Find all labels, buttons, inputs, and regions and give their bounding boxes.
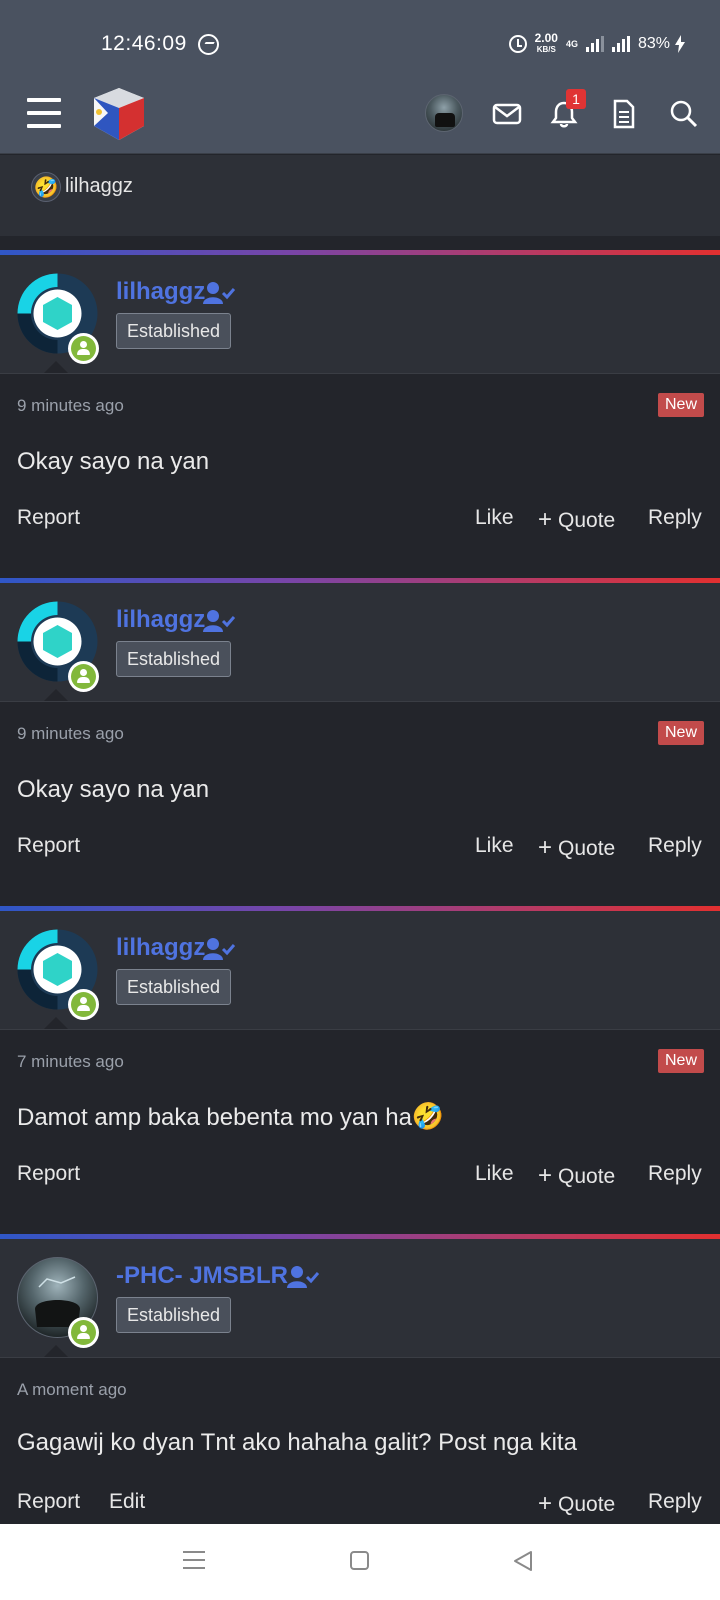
post-body: 7 minutes ago New Damot amp baka bebenta… bbox=[0, 1029, 720, 1219]
home-icon[interactable] bbox=[350, 1551, 369, 1570]
battery-charging-icon bbox=[675, 35, 685, 53]
quote-button[interactable]: + Quote bbox=[538, 834, 615, 862]
post-timestamp[interactable]: 7 minutes ago bbox=[17, 1052, 124, 1072]
search-icon[interactable] bbox=[668, 98, 700, 130]
status-bar: 12:46:09 2.00 KB/S 4G 83% bbox=[0, 0, 720, 80]
like-button[interactable]: Like bbox=[475, 834, 514, 858]
post-message: Okay sayo na yan bbox=[17, 448, 210, 475]
app-header bbox=[0, 80, 720, 154]
post: lilhaggz Established 9 minutes ago New O… bbox=[0, 250, 720, 563]
post-timestamp[interactable]: 9 minutes ago bbox=[17, 396, 124, 416]
post-actions: Report Like + Quote Reply bbox=[0, 834, 720, 864]
reply-button[interactable]: Reply bbox=[648, 506, 702, 530]
menu-icon[interactable] bbox=[27, 98, 61, 130]
network-type: 4G bbox=[565, 39, 578, 49]
reply-button[interactable]: Reply bbox=[648, 1490, 702, 1514]
alarm-icon bbox=[508, 35, 527, 53]
status-time: 12:46:09 bbox=[101, 32, 187, 55]
user-rank-badge: Established bbox=[116, 1297, 232, 1333]
username[interactable]: lilhaggz bbox=[116, 606, 205, 634]
reaction-summary: 🤣 lilhaggz bbox=[0, 155, 720, 236]
report-button[interactable]: Report bbox=[17, 1490, 80, 1514]
report-button[interactable]: Report bbox=[17, 834, 80, 858]
user-rank-badge: Established bbox=[116, 641, 232, 677]
online-status-icon bbox=[68, 1317, 99, 1348]
online-status-icon bbox=[68, 661, 99, 692]
reaction-emoji: 🤣 bbox=[31, 172, 61, 202]
network-speed: 2.00 KB/S bbox=[534, 31, 558, 54]
verified-user-icon bbox=[203, 610, 235, 632]
reply-button[interactable]: Reply bbox=[648, 834, 702, 858]
post: lilhaggz Established 9 minutes ago New O… bbox=[0, 578, 720, 891]
signal-icon-2 bbox=[611, 36, 630, 52]
post: lilhaggz Established 7 minutes ago New D… bbox=[0, 906, 720, 1219]
quote-button[interactable]: + Quote bbox=[538, 506, 615, 534]
post: -PHC- JMSBLR Established A moment ago Ga… bbox=[0, 1234, 720, 1547]
signal-icon bbox=[585, 36, 604, 52]
post-body: 9 minutes ago New Okay sayo na yan Repor… bbox=[0, 373, 720, 563]
post-actions: Report Like + Quote Reply bbox=[0, 506, 720, 536]
post-actions: Report Edit + Quote Reply bbox=[0, 1490, 720, 1520]
avatar[interactable] bbox=[425, 94, 463, 132]
document-icon[interactable] bbox=[607, 98, 639, 130]
new-badge: New bbox=[657, 393, 704, 417]
new-badge: New bbox=[657, 1049, 704, 1073]
post-message: Gagawij ko dyan Tnt ako hahaha galit? Po… bbox=[17, 1429, 577, 1456]
verified-user-icon bbox=[203, 282, 235, 304]
post-body: A moment ago Gagawij ko dyan Tnt ako hah… bbox=[0, 1357, 720, 1547]
user-rank-badge: Established bbox=[116, 969, 232, 1005]
post-user-block: lilhaggz Established bbox=[0, 911, 720, 1030]
like-button[interactable]: Like bbox=[475, 1162, 514, 1186]
post-actions: Report Like + Quote Reply bbox=[0, 1162, 720, 1192]
verified-user-icon bbox=[203, 938, 235, 960]
verified-user-icon bbox=[287, 1266, 319, 1288]
username[interactable]: lilhaggz bbox=[116, 278, 205, 306]
system-nav-bar bbox=[0, 1524, 720, 1600]
notification-badge: 1 bbox=[566, 89, 586, 109]
username[interactable]: lilhaggz bbox=[116, 934, 205, 962]
status-icons: 2.00 KB/S 4G 83% bbox=[508, 30, 670, 58]
post-timestamp[interactable]: 9 minutes ago bbox=[17, 724, 124, 744]
post-message: Okay sayo na yan bbox=[17, 776, 210, 803]
reaction-user[interactable]: lilhaggz bbox=[65, 175, 133, 198]
plus-icon: + bbox=[538, 1162, 553, 1189]
post-user-block: lilhaggz Established bbox=[0, 583, 720, 702]
plus-icon: + bbox=[538, 506, 553, 533]
user-rank-badge: Established bbox=[116, 313, 232, 349]
battery-level: 83% bbox=[637, 35, 670, 52]
online-status-icon bbox=[68, 333, 99, 364]
report-button[interactable]: Report bbox=[17, 506, 80, 530]
report-button[interactable]: Report bbox=[17, 1162, 80, 1186]
online-status-icon bbox=[68, 989, 99, 1020]
new-badge: New bbox=[657, 721, 704, 745]
site-logo[interactable] bbox=[90, 84, 148, 142]
back-icon[interactable] bbox=[512, 1549, 534, 1573]
reply-button[interactable]: Reply bbox=[648, 1162, 702, 1186]
post-message: Damot amp baka bebenta mo yan ha🤣 bbox=[17, 1101, 445, 1131]
quote-button[interactable]: + Quote bbox=[538, 1162, 615, 1190]
laughing-emoji: 🤣 bbox=[411, 1101, 445, 1131]
like-button[interactable]: Like bbox=[475, 506, 514, 530]
recents-icon[interactable] bbox=[183, 1549, 205, 1571]
post-user-block: -PHC- JMSBLR Established bbox=[0, 1239, 720, 1358]
username[interactable]: -PHC- JMSBLR bbox=[116, 1262, 288, 1290]
edit-button[interactable]: Edit bbox=[109, 1490, 145, 1514]
plus-icon: + bbox=[538, 834, 553, 861]
plus-icon: + bbox=[538, 1490, 553, 1517]
post-user-block: lilhaggz Established bbox=[0, 255, 720, 374]
post-body: 9 minutes ago New Okay sayo na yan Repor… bbox=[0, 701, 720, 891]
mail-icon[interactable] bbox=[491, 98, 523, 130]
messenger-icon bbox=[198, 34, 219, 55]
quote-button[interactable]: + Quote bbox=[538, 1490, 615, 1518]
post-timestamp[interactable]: A moment ago bbox=[17, 1380, 127, 1400]
